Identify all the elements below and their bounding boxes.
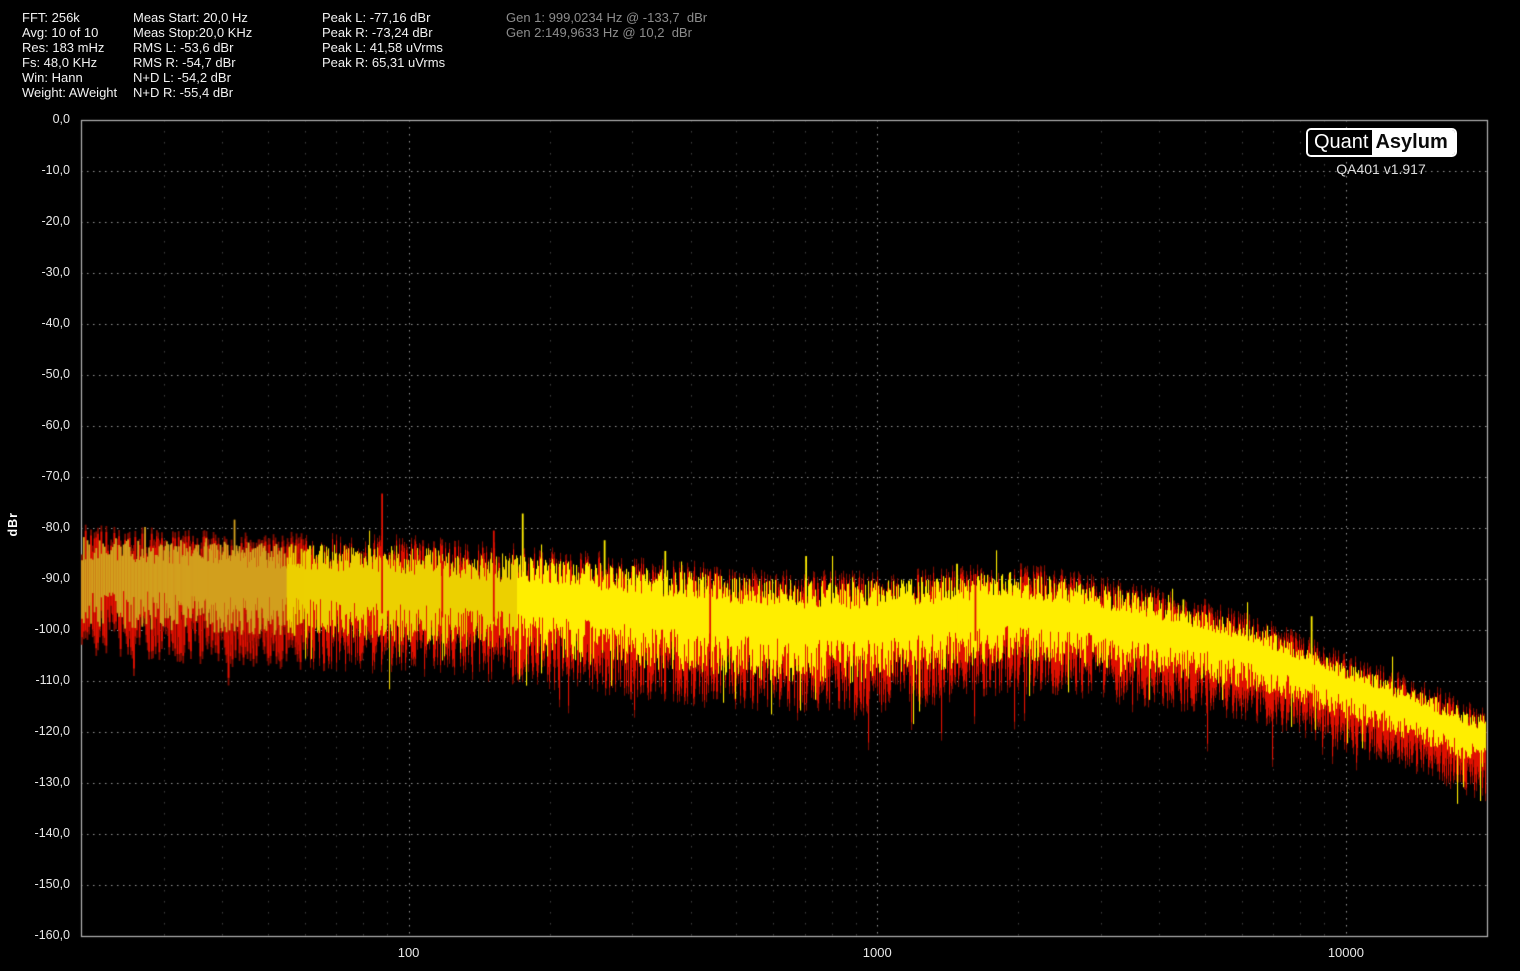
fs-readout: Fs: 48,0 KHz [22,55,117,70]
gen1-readout: Gen 1: 999,0234 Hz @ -133,7 dBr [506,10,707,25]
gen2-readout: Gen 2:149,9633 Hz @ 10,2 dBr [506,25,707,40]
x-tick-label: 100 [369,946,449,960]
y-tick-label: -60,0 [4,418,70,432]
x-tick-label: 10000 [1306,946,1386,960]
weighting-readout: Weight: AWeight [22,85,117,100]
rms-right-readout: RMS R: -54,7 dBr [133,55,252,70]
y-tick-label: -110,0 [4,673,70,687]
y-tick-label: -40,0 [4,316,70,330]
avg-readout: Avg: 10 of 10 [22,25,117,40]
x-tick-label: 1000 [837,946,917,960]
peak-left-dbr-readout: Peak L: -77,16 dBr [322,10,445,25]
y-tick-label: 0,0 [4,112,70,126]
y-tick-label: -50,0 [4,367,70,381]
y-tick-label: -160,0 [4,928,70,942]
y-tick-label: -70,0 [4,469,70,483]
nd-left-readout: N+D L: -54,2 dBr [133,70,252,85]
window-readout: Win: Hann [22,70,117,85]
spectrum-plot-canvas[interactable] [0,0,1520,971]
meas-start-readout: Meas Start: 20,0 Hz [133,10,252,25]
rms-left-readout: RMS L: -53,6 dBr [133,40,252,55]
firmware-version-label: QA401 v1.917 [1306,161,1456,177]
y-tick-label: -90,0 [4,571,70,585]
y-tick-label: -130,0 [4,775,70,789]
peak-readouts: Peak L: -77,16 dBr Peak R: -73,24 dBr Pe… [322,10,445,70]
peak-right-uvrms-readout: Peak R: 65,31 uVrms [322,55,445,70]
peak-right-dbr-readout: Peak R: -73,24 dBr [322,25,445,40]
generator-status: Gen 1: 999,0234 Hz @ -133,7 dBr Gen 2:14… [506,10,707,40]
y-tick-label: -140,0 [4,826,70,840]
meas-stop-readout: Meas Stop:20,0 KHz [133,25,252,40]
y-tick-label: -150,0 [4,877,70,891]
y-tick-label: -100,0 [4,622,70,636]
measurement-settings: Meas Start: 20,0 Hz Meas Stop:20,0 KHz R… [133,10,252,100]
y-tick-label: -20,0 [4,214,70,228]
fft-size-readout: FFT: 256k [22,10,117,25]
nd-right-readout: N+D R: -55,4 dBr [133,85,252,100]
qa401-analyzer-screen: FFT: 256k Avg: 10 of 10 Res: 183 mHz Fs:… [0,0,1520,971]
y-tick-label: -80,0 [4,520,70,534]
acquisition-settings: FFT: 256k Avg: 10 of 10 Res: 183 mHz Fs:… [22,10,117,100]
peak-left-uvrms-readout: Peak L: 41,58 uVrms [322,40,445,55]
res-readout: Res: 183 mHz [22,40,117,55]
logo-asylum-text: Asylum [1372,130,1454,155]
logo-quant-text: Quant [1308,130,1372,155]
quantasylum-logo: Quant Asylum [1306,128,1457,157]
y-tick-label: -10,0 [4,163,70,177]
y-tick-label: -120,0 [4,724,70,738]
y-tick-label: -30,0 [4,265,70,279]
